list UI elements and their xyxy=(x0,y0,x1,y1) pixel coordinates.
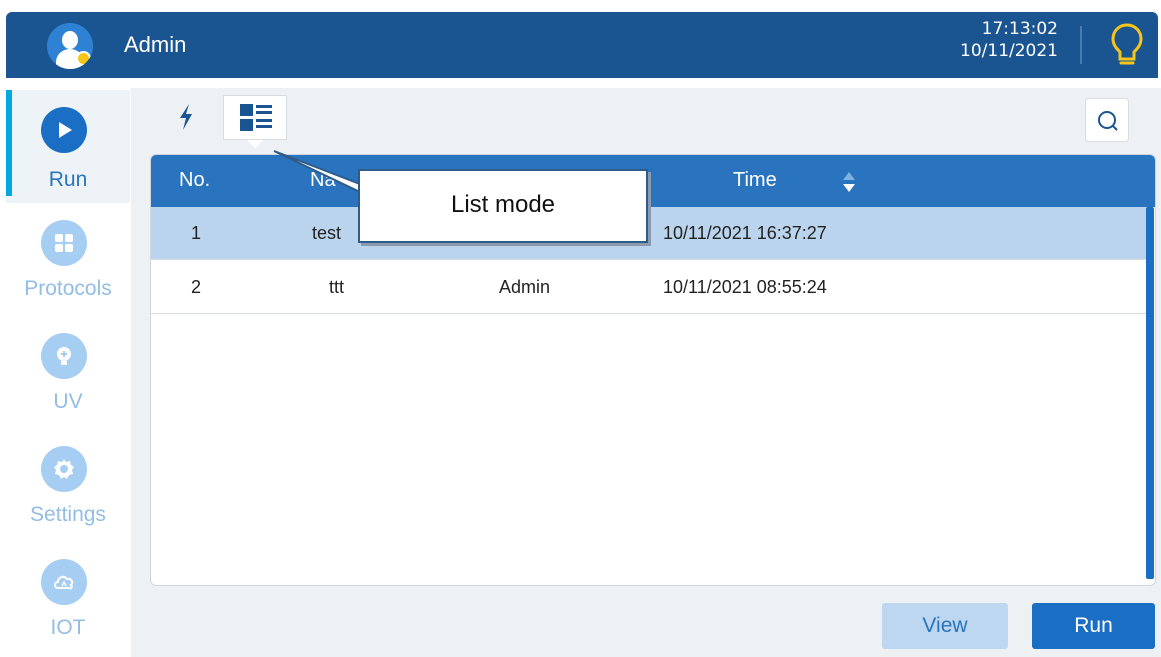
uv-lamp-icon xyxy=(41,333,87,379)
list-view-button[interactable] xyxy=(223,95,287,148)
view-button[interactable]: View xyxy=(882,603,1008,649)
lightbulb-icon[interactable] xyxy=(1110,22,1144,68)
cell-no: 2 xyxy=(191,277,202,297)
list-view-icon xyxy=(240,104,272,131)
header-divider xyxy=(1080,26,1082,64)
grid-icon xyxy=(41,220,87,266)
lightning-icon[interactable] xyxy=(177,103,195,131)
list-mode-callout: List mode xyxy=(358,169,648,243)
scrollbar[interactable] xyxy=(1146,207,1154,579)
clock-date: 10/11/2021 xyxy=(960,41,1058,61)
table-row[interactable]: 2 ttt Admin 10/11/2021 08:55:24 xyxy=(151,261,1151,314)
cell-time: 10/11/2021 16:37:27 xyxy=(663,223,827,243)
play-icon xyxy=(41,107,87,153)
sidebar-item-label: IOT xyxy=(50,616,86,639)
column-header-no[interactable]: No. xyxy=(179,169,210,192)
sort-icon[interactable] xyxy=(840,168,858,196)
gear-icon xyxy=(41,446,87,492)
callout-pointer xyxy=(273,150,367,193)
avatar-head xyxy=(62,31,78,49)
column-header-time[interactable]: Time xyxy=(733,169,777,192)
sidebar-item-uv[interactable]: UV xyxy=(6,316,130,429)
clock-time: 17:13:02 xyxy=(981,19,1058,39)
clock: 17:13:02 10/11/2021 xyxy=(936,18,1058,62)
avatar-status-badge xyxy=(76,51,91,66)
cell-name: test xyxy=(312,223,342,243)
sidebar-item-iot[interactable]: IOT xyxy=(6,542,130,655)
cloud-icon xyxy=(41,559,87,605)
cell-user: Admin xyxy=(499,277,551,297)
top-header: Admin 17:13:02 10/11/2021 xyxy=(6,12,1158,78)
user-name: Admin xyxy=(124,32,187,57)
sidebar-item-label: UV xyxy=(53,390,83,413)
user-avatar-icon[interactable] xyxy=(47,23,93,69)
cell-name: ttt xyxy=(329,277,345,297)
sidebar-item-run[interactable]: Run xyxy=(6,90,130,203)
sidebar-item-settings[interactable]: Settings xyxy=(6,429,130,542)
search-icon xyxy=(1098,111,1118,131)
sidebar-item-label: Settings xyxy=(30,503,106,526)
cell-no: 1 xyxy=(191,223,202,243)
run-history-table: No. Na Time 1 test 10/11/2021 16:37:27 2… xyxy=(150,154,1156,586)
sidebar: Run Protocols UV Settings IOT xyxy=(6,90,130,657)
sidebar-item-protocols[interactable]: Protocols xyxy=(6,203,130,316)
sidebar-item-label: Run xyxy=(48,168,88,191)
callout-text: List mode xyxy=(450,191,556,218)
cell-time: 10/11/2021 08:55:24 xyxy=(663,277,827,297)
search-button[interactable] xyxy=(1085,98,1129,142)
table-row[interactable]: 1 test 10/11/2021 16:37:27 xyxy=(151,207,1151,260)
run-button[interactable]: Run xyxy=(1032,603,1155,649)
sidebar-item-label: Protocols xyxy=(24,277,112,300)
